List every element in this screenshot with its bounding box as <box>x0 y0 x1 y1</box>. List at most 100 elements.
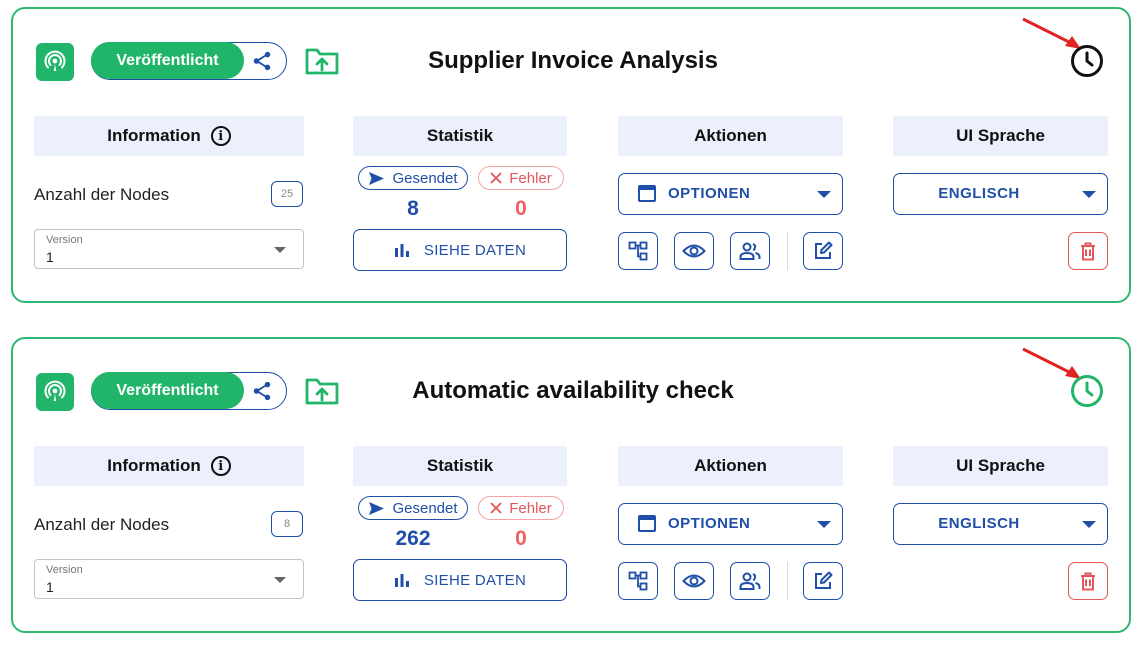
version-select-value: 1 <box>46 249 54 265</box>
published-toggle[interactable]: Veröffentlicht <box>91 372 244 409</box>
view-data-label: SIEHE DATEN <box>423 241 527 259</box>
preview-button[interactable] <box>674 232 714 270</box>
statistics-header-label: Statistik <box>426 456 494 475</box>
language-dropdown-value: ENGLISCH <box>938 185 1020 202</box>
schedule-button[interactable] <box>1069 43 1105 79</box>
structure-button[interactable] <box>618 232 658 270</box>
trash-icon <box>1081 242 1095 260</box>
window-icon <box>638 515 656 532</box>
users-button[interactable] <box>730 232 770 270</box>
share-icon <box>253 51 271 71</box>
preview-button[interactable] <box>674 562 714 600</box>
delete-button[interactable] <box>1068 232 1108 270</box>
options-dropdown[interactable]: OPTIONEN <box>618 503 843 545</box>
folder-upload-button[interactable] <box>304 45 340 77</box>
schedule-button[interactable] <box>1069 373 1105 409</box>
language-dropdown[interactable]: ENGLISCH <box>893 173 1108 215</box>
info-icon[interactable]: i <box>210 456 231 476</box>
share-icon <box>253 381 271 401</box>
statistics-header: Statistik <box>353 116 567 156</box>
close-icon <box>490 172 502 184</box>
eye-icon <box>682 574 706 588</box>
window-icon <box>638 185 656 202</box>
information-header-label: Information <box>107 456 201 475</box>
trash-icon <box>1081 572 1095 590</box>
info-icon[interactable]: i <box>210 126 231 146</box>
clock-icon <box>1071 45 1103 77</box>
nodes-count-badge: 8 <box>271 511 303 537</box>
users-button[interactable] <box>730 562 770 600</box>
caret-down-icon <box>817 521 831 528</box>
edit-button[interactable] <box>803 562 843 600</box>
clock-icon <box>1071 375 1103 407</box>
podcast-button[interactable] <box>36 43 74 81</box>
podcast-button[interactable] <box>36 373 74 411</box>
caret-down-icon <box>1082 521 1096 528</box>
nodes-count-badge: 25 <box>271 181 303 207</box>
share-button[interactable] <box>250 50 274 72</box>
divider <box>787 232 788 270</box>
sent-chip-label: Gesendet <box>392 499 458 517</box>
options-dropdown-label: OPTIONEN <box>668 515 751 532</box>
workflow-card: Veröffentlicht Supplier Invoice Analysis… <box>11 7 1131 303</box>
published-toggle[interactable]: Veröffentlicht <box>91 42 244 79</box>
actions-header: Aktionen <box>618 446 843 486</box>
ui-language-header-label: UI Sprache <box>956 126 1045 145</box>
error-chip: Fehler <box>478 496 564 520</box>
version-select[interactable]: Version 1 <box>34 229 304 269</box>
version-select-value: 1 <box>46 579 54 595</box>
sent-chip: Gesendet <box>358 166 468 190</box>
language-dropdown-value: ENGLISCH <box>938 515 1020 532</box>
edit-icon <box>815 241 833 259</box>
share-button[interactable] <box>250 380 274 402</box>
sent-count: 262 <box>395 527 431 550</box>
send-icon <box>369 171 385 185</box>
actions-header-label: Aktionen <box>694 126 767 145</box>
error-count: 0 <box>515 197 527 220</box>
version-select[interactable]: Version 1 <box>34 559 304 599</box>
ui-language-header: UI Sprache <box>893 116 1108 156</box>
nodes-count-label: Anzahl der Nodes <box>34 185 170 204</box>
folder-upload-icon <box>305 378 339 405</box>
options-dropdown[interactable]: OPTIONEN <box>618 173 843 215</box>
people-icon <box>739 572 761 590</box>
language-dropdown[interactable]: ENGLISCH <box>893 503 1108 545</box>
workflow-title: Supplier Invoice Analysis <box>428 47 718 74</box>
information-header: Information i <box>34 116 304 156</box>
sitemap-icon <box>628 571 648 591</box>
bar-chart-icon <box>394 244 409 257</box>
sent-chip-label: Gesendet <box>392 169 458 187</box>
view-data-label: SIEHE DATEN <box>423 571 527 589</box>
workflow-card: Veröffentlicht Automatic availability ch… <box>11 337 1131 633</box>
podcast-icon <box>44 380 66 401</box>
delete-button[interactable] <box>1068 562 1108 600</box>
error-chip-label: Fehler <box>509 169 552 187</box>
caret-down-icon <box>274 577 286 583</box>
publish-share-group: Veröffentlicht <box>91 42 287 80</box>
nodes-count-label: Anzahl der Nodes <box>34 515 170 534</box>
eye-icon <box>682 244 706 258</box>
ui-language-header-label: UI Sprache <box>956 456 1045 475</box>
bar-chart-icon <box>394 574 409 587</box>
error-count: 0 <box>515 527 527 550</box>
structure-button[interactable] <box>618 562 658 600</box>
send-icon <box>369 501 385 515</box>
statistics-header: Statistik <box>353 446 567 486</box>
folder-upload-button[interactable] <box>304 375 340 407</box>
edit-button[interactable] <box>803 232 843 270</box>
view-data-button[interactable]: SIEHE DATEN <box>353 229 567 271</box>
sent-chip: Gesendet <box>358 496 468 520</box>
view-data-button[interactable]: SIEHE DATEN <box>353 559 567 601</box>
podcast-icon <box>44 50 66 71</box>
options-dropdown-label: OPTIONEN <box>668 185 751 202</box>
error-chip: Fehler <box>478 166 564 190</box>
error-chip-label: Fehler <box>509 499 552 517</box>
caret-down-icon <box>817 191 831 198</box>
information-header-label: Information <box>107 126 201 145</box>
close-icon <box>490 502 502 514</box>
ui-language-header: UI Sprache <box>893 446 1108 486</box>
publish-share-group: Veröffentlicht <box>91 372 287 410</box>
version-select-label: Version <box>46 234 83 246</box>
folder-upload-icon <box>305 48 339 75</box>
statistics-header-label: Statistik <box>426 126 494 145</box>
